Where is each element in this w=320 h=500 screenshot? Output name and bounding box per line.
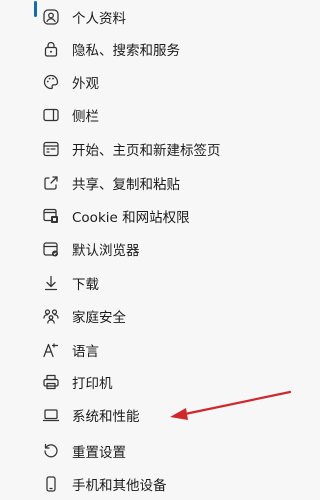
menu-item-label: 共享、复制和粘贴: [72, 176, 180, 193]
menu-item-label: 系统和性能: [72, 408, 140, 425]
menu-item-label: 侧栏: [72, 108, 99, 125]
menu-item-label: 下载: [72, 276, 99, 293]
settings-page: 个人资料 隐私、搜索和服务 外观 侧栏 开始、主页和新建标签页 共享、复制和粘贴…: [0, 0, 308, 500]
menu-item-label: Cookie 和网站权限: [72, 209, 190, 226]
menu-item-label: 语言: [72, 343, 99, 360]
lock-icon: [42, 40, 60, 58]
menu-item-label: 家庭安全: [72, 309, 126, 326]
palette-icon: [42, 73, 60, 91]
home-tabs-icon: [42, 140, 60, 158]
menu-item-privacy[interactable]: 隐私、搜索和服务: [28, 32, 300, 65]
menu-item-reset-settings[interactable]: 重置设置: [28, 434, 300, 467]
menu-item-appearance[interactable]: 外观: [28, 65, 300, 98]
menu-item-start-home-tabs[interactable]: 开始、主页和新建标签页: [28, 132, 300, 165]
menu-item-label: 重置设置: [72, 444, 126, 461]
laptop-icon: [42, 406, 60, 424]
menu-item-downloads[interactable]: 下载: [28, 266, 300, 299]
sidebar-icon: [42, 106, 60, 124]
phone-icon: [42, 475, 60, 493]
menu-item-label: 打印机: [72, 375, 113, 392]
menu-item-profile[interactable]: 个人资料: [28, 0, 300, 33]
menu-item-system-performance[interactable]: 系统和性能: [28, 398, 300, 431]
menu-item-label: 个人资料: [72, 10, 126, 27]
menu-item-label: 外观: [72, 75, 99, 92]
menu-item-sidebar[interactable]: 侧栏: [28, 98, 300, 131]
menu-item-label: 隐私、搜索和服务: [72, 42, 180, 59]
share-icon: [42, 174, 60, 192]
menu-item-cookies-site-permissions[interactable]: Cookie 和网站权限: [28, 199, 300, 232]
menu-item-phone-devices[interactable]: 手机和其他设备: [28, 467, 300, 500]
profile-icon: [42, 8, 60, 26]
printer-icon: [42, 373, 60, 391]
menu-item-label: 开始、主页和新建标签页: [72, 142, 221, 159]
site-permissions-icon: [42, 207, 60, 225]
menu-item-share-copy-paste[interactable]: 共享、复制和粘贴: [28, 166, 300, 199]
language-icon: [42, 341, 60, 359]
menu-item-printers[interactable]: 打印机: [28, 365, 300, 398]
menu-item-family-safety[interactable]: 家庭安全: [28, 299, 300, 332]
menu-item-default-browser[interactable]: 默认浏览器: [28, 232, 300, 265]
family-icon: [42, 307, 60, 325]
reset-icon: [42, 442, 60, 460]
download-icon: [42, 274, 60, 292]
menu-item-label: 手机和其他设备: [72, 477, 167, 494]
menu-item-languages[interactable]: 语言: [28, 333, 300, 366]
default-browser-icon: [42, 240, 60, 258]
menu-item-label: 默认浏览器: [72, 242, 140, 259]
